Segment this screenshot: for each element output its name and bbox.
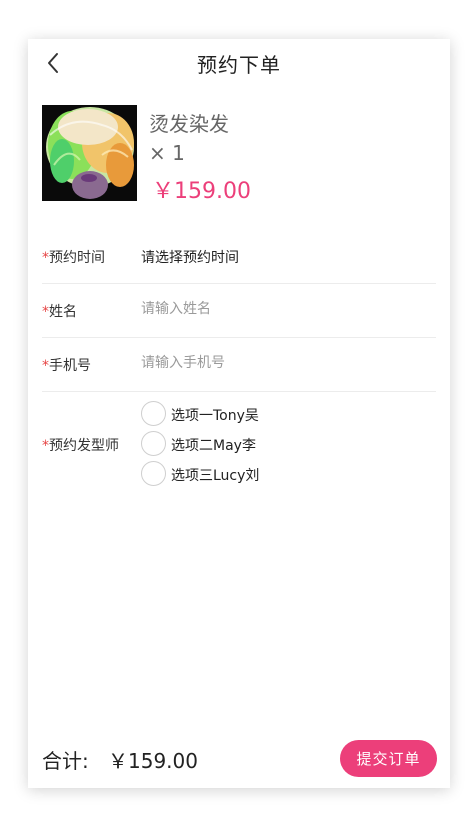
phone-label: *手机号 <box>42 358 91 374</box>
name-row: *姓名 <box>42 283 436 338</box>
radio-circle-icon[interactable] <box>141 431 166 456</box>
required-mark: * <box>42 304 49 320</box>
product-name: 烫发染发 <box>149 112 229 136</box>
appointment-time-label: *预约时间 <box>42 250 105 266</box>
stylist-option-label: 选项三Lucy刘 <box>171 468 260 484</box>
total-amount: ￥159.00 <box>108 749 198 773</box>
radio-circle-icon[interactable] <box>141 401 166 426</box>
required-mark: * <box>42 438 49 454</box>
required-mark: * <box>42 358 49 374</box>
appointment-time-picker[interactable]: 请选择预约时间 <box>141 247 239 267</box>
order-footer: 合计: ￥159.00 提交订单 <box>28 735 450 785</box>
stylist-option-label: 选项一Tony吴 <box>171 408 259 424</box>
total-label: 合计: <box>42 749 89 773</box>
submit-order-button[interactable]: 提交订单 <box>340 740 437 777</box>
phone-input[interactable] <box>139 349 433 377</box>
product-quantity: × 1 <box>149 141 185 165</box>
stylist-label: *预约发型师 <box>42 438 119 454</box>
header: 预约下单 <box>28 39 450 89</box>
stylist-row: *预约发型师 选项一Tony吴 选项二May李 选项三Lucy刘 <box>42 399 436 495</box>
stylist-option-label: 选项二May李 <box>171 438 256 454</box>
product-price: ￥159.00 <box>152 179 251 204</box>
appointment-time-row: *预约时间 请选择预约时间 <box>42 229 436 284</box>
radio-circle-icon[interactable] <box>141 461 166 486</box>
required-mark: * <box>42 250 49 266</box>
order-card: 预约下单 烫发染发 × 1 ￥159.00 *预约时间 请选择预约时间 *姓名 … <box>28 39 450 788</box>
name-input[interactable] <box>139 295 433 323</box>
name-label: *姓名 <box>42 304 77 320</box>
product-image <box>42 105 137 201</box>
page-title: 预约下单 <box>197 53 281 77</box>
product-summary: 烫发染发 × 1 ￥159.00 <box>42 105 442 205</box>
phone-row: *手机号 <box>42 337 436 392</box>
